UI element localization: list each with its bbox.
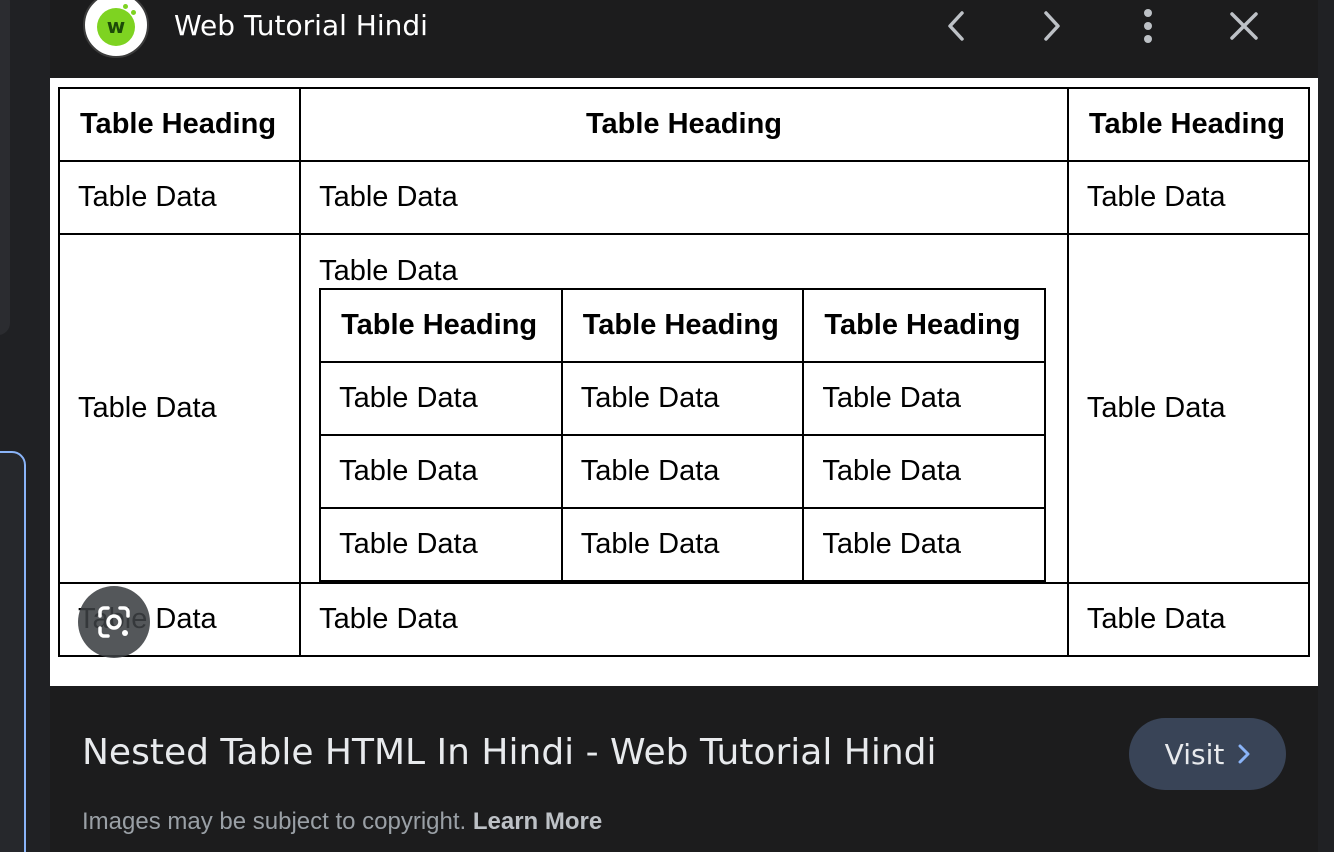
table-data-cell: Table Data (57, 233, 302, 584)
background-selected-card[interactable] (0, 451, 26, 852)
nested-header-row: Table Heading Table Heading Table Headin… (319, 288, 1047, 363)
table-header-row: Table Heading Table Heading Table Headin… (57, 87, 1311, 162)
preview-image[interactable]: Table Heading Table Heading Table Headin… (50, 78, 1318, 686)
chevron-right-icon (1238, 744, 1250, 764)
site-name[interactable]: Web Tutorial Hindi (174, 9, 428, 42)
copyright-text: Images may be subject to copyright. (82, 808, 467, 835)
nested-data-cell: Table Data (802, 507, 1047, 582)
table-data-cell: Table Data (299, 582, 1069, 657)
outer-table: Table Heading Table Heading Table Headin… (57, 87, 1311, 657)
nested-data-cell: Table Data (560, 361, 805, 436)
nested-table-cell: Table Data Table Heading Table Heading T… (299, 233, 1069, 584)
image-preview-panel: w Web Tutorial Hindi Table Heading Table… (50, 0, 1318, 852)
table-data-cell: Table Data (299, 160, 1069, 235)
table-data-cell: Table Data (1066, 582, 1311, 657)
nested-heading-cell: Table Heading (802, 288, 1047, 363)
nested-table-row: Table Data Table Data Table Data (319, 361, 1047, 436)
more-options-button[interactable] (1126, 4, 1170, 48)
nested-data-cell: Table Data (560, 434, 805, 509)
more-vert-icon (1144, 9, 1152, 43)
site-logo[interactable]: w (83, 0, 149, 58)
close-button[interactable] (1222, 4, 1266, 48)
result-title[interactable]: Nested Table HTML In Hindi - Web Tutoria… (82, 732, 937, 773)
nested-data-cell: Table Data (560, 507, 805, 582)
nested-cell-caption: Table Data (319, 255, 458, 287)
table-data-cell: Table Data (1066, 160, 1311, 235)
learn-more-link[interactable]: Learn More (473, 808, 602, 835)
table-heading-cell: Table Heading (1066, 87, 1311, 162)
nested-data-cell: Table Data (319, 507, 563, 582)
chevron-right-icon (1044, 11, 1060, 41)
previous-button[interactable] (934, 4, 978, 48)
background-card (0, 0, 10, 335)
table-row: Table Data Table Data Table Data (57, 160, 1311, 235)
table-heading-cell: Table Heading (299, 87, 1069, 162)
table-row: Table Data Table Data Table Data (57, 582, 1311, 657)
visit-button[interactable]: Visit (1129, 718, 1286, 790)
nested-table-row: Table Data Table Data Table Data (319, 507, 1047, 582)
chevron-left-icon (948, 11, 964, 41)
close-icon (1230, 12, 1258, 40)
table-row: Table Data Table Data Table Heading Tabl… (57, 233, 1311, 584)
copyright-notice: Images may be subject to copyright. Lear… (82, 808, 602, 836)
nested-data-cell: Table Data (319, 361, 563, 436)
nested-heading-cell: Table Heading (560, 288, 805, 363)
table-data-cell: Table Data (1066, 233, 1311, 584)
lens-search-button[interactable] (78, 586, 150, 658)
nested-data-cell: Table Data (319, 434, 563, 509)
preview-header: w Web Tutorial Hindi (50, 0, 1318, 78)
nested-table-row: Table Data Table Data Table Data (319, 434, 1047, 509)
background-left (0, 0, 50, 852)
nested-data-cell: Table Data (802, 361, 1047, 436)
background-right (1318, 0, 1334, 852)
nested-table: Table Heading Table Heading Table Headin… (319, 288, 1047, 582)
nested-heading-cell: Table Heading (319, 288, 563, 363)
next-button[interactable] (1030, 4, 1074, 48)
table-heading-cell: Table Heading (57, 87, 302, 162)
lens-camera-icon (98, 606, 130, 638)
nested-data-cell: Table Data (802, 434, 1047, 509)
table-data-cell: Table Data (57, 160, 302, 235)
visit-label: Visit (1164, 737, 1225, 771)
